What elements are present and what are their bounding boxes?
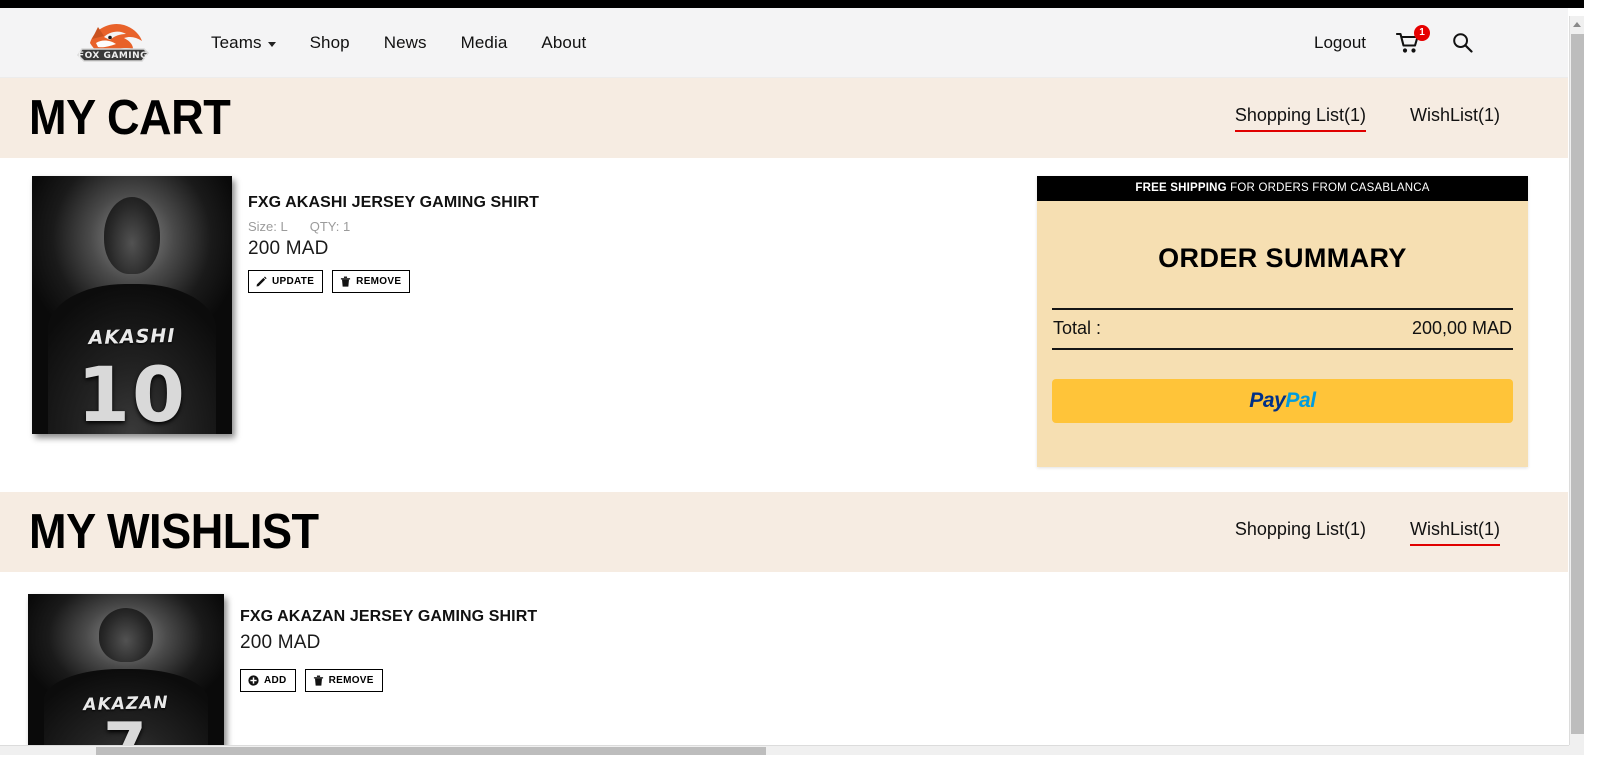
trash-icon xyxy=(341,276,351,287)
wishlist-item-row: AKAZAN 7 FXG AKAZAN JERSEY GAMING SHIRT … xyxy=(28,594,1568,755)
nav-item-media[interactable]: Media xyxy=(444,27,525,59)
paypal-logo-pay: Pay xyxy=(1249,389,1286,412)
free-shipping-rest: FOR ORDERS FROM CASABLANCA xyxy=(1226,182,1430,194)
header-actions: Logout 1 xyxy=(1314,24,1473,56)
tab-wishlist-2[interactable]: WishList(1) xyxy=(1409,519,1500,546)
nav-item-shop[interactable]: Shop xyxy=(293,27,367,59)
jersey-photo: AKASHI 10 xyxy=(32,176,232,434)
order-summary-title: ORDER SUMMARY xyxy=(1158,243,1407,273)
photo-head xyxy=(98,608,154,662)
order-total-row: Total : 200,00 MAD xyxy=(1052,308,1513,350)
chevron-down-icon xyxy=(267,41,276,47)
cart-item-info: FXG AKASHI JERSEY GAMING SHIRT Size: L Q… xyxy=(248,176,539,434)
site-header: FOX GAMING Teams Shop News Media About L… xyxy=(0,8,1568,78)
button-label: REMOVE xyxy=(328,674,374,686)
vertical-scrollbar-thumb[interactable] xyxy=(1571,34,1584,734)
browser-viewport: FOX GAMING Teams Shop News Media About L… xyxy=(0,0,1584,755)
main-navigation: Teams Shop News Media About xyxy=(194,27,603,59)
nav-item-news[interactable]: News xyxy=(367,27,444,59)
nav-item-label: News xyxy=(383,32,427,52)
wishlist-section-tabs: Shopping List(1) WishList(1) xyxy=(1235,519,1500,546)
add-to-cart-button[interactable]: ADD xyxy=(240,669,296,692)
free-shipping-banner: FREE SHIPPING FOR ORDERS FROM CASABLANCA xyxy=(1037,176,1528,201)
remove-button[interactable]: REMOVE xyxy=(332,270,411,293)
cart-item-row: AKASHI 10 FXG AKASHI JERSEY GAMING SHIRT… xyxy=(32,176,1035,434)
free-shipping-strong: FREE SHIPPING xyxy=(1135,182,1227,194)
svg-text:FOX GAMING: FOX GAMING xyxy=(78,51,148,61)
order-total-label: Total : xyxy=(1053,318,1102,338)
wishlist-product-image[interactable]: AKAZAN 7 xyxy=(28,594,224,755)
cart-section-tabs: Shopping List(1) WishList(1) xyxy=(1234,105,1500,132)
nav-item-label: About xyxy=(541,32,587,52)
cart-item-actions: UPDATE REMOVE xyxy=(248,270,539,293)
wishlist-item-actions: ADD REMOVE xyxy=(240,669,537,692)
product-title[interactable]: FXG AKASHI JERSEY GAMING SHIRT xyxy=(248,194,539,212)
wishlist-product-title[interactable]: FXG AKAZAN JERSEY GAMING SHIRT xyxy=(240,608,537,626)
paypal-checkout-button[interactable]: Pay Pal xyxy=(1052,379,1513,423)
product-meta: Size: L QTY: 1 xyxy=(248,219,539,234)
nav-item-about[interactable]: About xyxy=(524,27,603,59)
product-qty: QTY: 1 xyxy=(309,219,351,234)
scroll-up-arrow-icon[interactable] xyxy=(1570,16,1584,32)
logout-link[interactable]: Logout xyxy=(1314,33,1366,53)
wishlist-title: MY WISHLIST xyxy=(29,504,319,559)
cart-items-list: AKASHI 10 FXG AKASHI JERSEY GAMING SHIRT… xyxy=(0,176,1035,467)
button-label: UPDATE xyxy=(272,275,315,287)
wishlist-item-info: FXG AKAZAN JERSEY GAMING SHIRT 200 MAD A… xyxy=(240,594,537,755)
paypal-logo-pal: Pal xyxy=(1285,389,1316,412)
trash-icon xyxy=(313,675,323,686)
update-button[interactable]: UPDATE xyxy=(248,270,324,293)
nav-item-teams[interactable]: Teams xyxy=(194,27,293,59)
wishlist-remove-button[interactable]: REMOVE xyxy=(304,669,383,692)
jersey-number-text: 10 xyxy=(77,349,187,434)
cart-count-badge: 1 xyxy=(1414,24,1430,41)
horizontal-scrollbar-thumb[interactable] xyxy=(96,747,766,755)
product-image[interactable]: AKASHI 10 xyxy=(32,176,232,434)
page-content: FOX GAMING Teams Shop News Media About L… xyxy=(0,8,1568,755)
horizontal-scrollbar[interactable] xyxy=(0,745,1584,755)
cart-section-band: MY CART Shopping List(1) WishList(1) xyxy=(0,78,1568,158)
order-total-value: 200,00 MAD xyxy=(1411,318,1512,338)
wishlist-section-band: MY WISHLIST Shopping List(1) WishList(1) xyxy=(0,492,1568,572)
button-label: REMOVE xyxy=(356,275,402,287)
search-button[interactable] xyxy=(1452,32,1473,53)
jersey-name-text: AKASHI xyxy=(88,324,176,349)
nav-item-label: Media xyxy=(460,32,508,52)
tab-shopping-list[interactable]: Shopping List(1) xyxy=(1234,105,1366,132)
search-icon xyxy=(1453,33,1473,53)
cart-body: AKASHI 10 FXG AKASHI JERSEY GAMING SHIRT… xyxy=(0,158,1568,467)
scrollbar-corner xyxy=(1569,745,1584,755)
nav-item-label: Shop xyxy=(309,32,350,52)
product-size: Size: L xyxy=(248,219,288,234)
cart-button[interactable]: 1 xyxy=(1396,24,1430,56)
vertical-scrollbar[interactable] xyxy=(1569,16,1584,755)
tab-wishlist[interactable]: WishList(1) xyxy=(1410,105,1500,132)
product-price: 200 MAD xyxy=(248,238,329,259)
fox-gaming-logo-icon: FOX GAMING xyxy=(77,23,149,62)
order-summary-column: FREE SHIPPING FOR ORDERS FROM CASABLANCA… xyxy=(1035,176,1528,467)
button-label: ADD xyxy=(264,674,287,686)
order-summary-card: FREE SHIPPING FOR ORDERS FROM CASABLANCA… xyxy=(1037,176,1528,467)
photo-head xyxy=(104,196,160,275)
pencil-icon xyxy=(256,276,267,287)
plus-circle-icon xyxy=(248,675,259,686)
wishlist-product-price: 200 MAD xyxy=(240,632,321,653)
page-title: MY CART xyxy=(29,90,231,145)
nav-item-label: Teams xyxy=(211,32,262,52)
site-logo[interactable]: FOX GAMING xyxy=(74,17,152,69)
wishlist-body: AKAZAN 7 FXG AKAZAN JERSEY GAMING SHIRT … xyxy=(0,572,1568,755)
tab-shopping-list-2[interactable]: Shopping List(1) xyxy=(1235,519,1366,546)
jersey-photo: AKAZAN 7 xyxy=(28,594,224,755)
